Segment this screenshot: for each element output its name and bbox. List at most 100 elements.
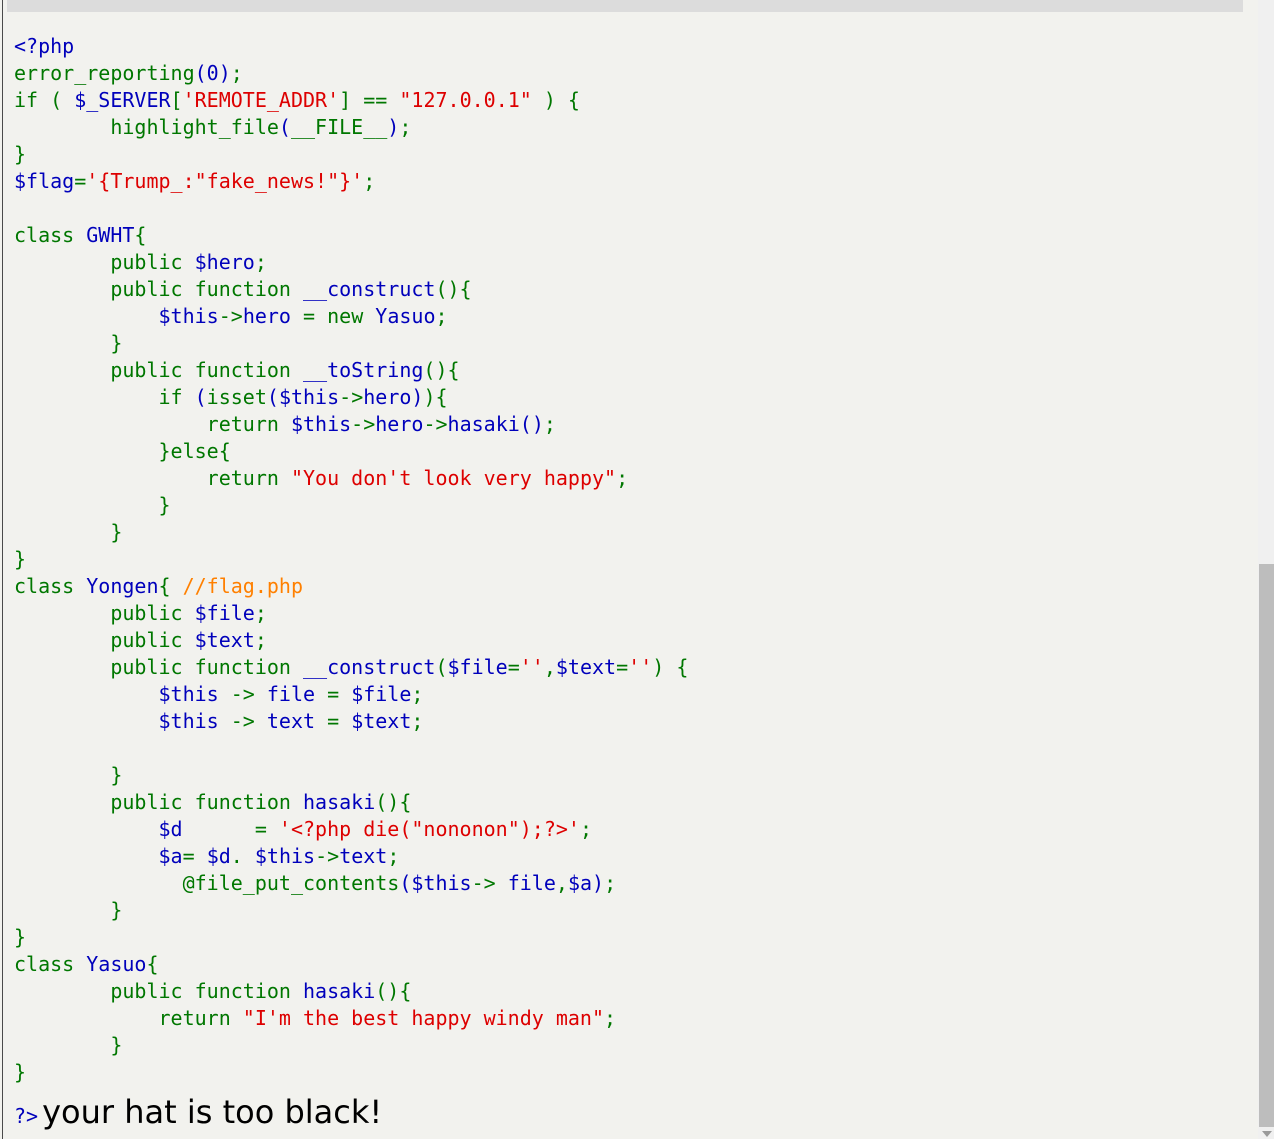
code-token: $d — [158, 817, 183, 841]
code-token: $text — [555, 655, 617, 679]
code-token: $this — [411, 871, 472, 895]
code-token: , — [543, 655, 556, 679]
code-line: public $hero; — [14, 249, 1244, 276]
vertical-scrollbar[interactable] — [1258, 0, 1274, 1139]
code-line: return "You don't look very happy"; — [14, 465, 1244, 492]
code-token: -> — [351, 412, 376, 436]
code-token: ; — [363, 169, 376, 193]
code-token: 'REMOTE_ADDR' — [182, 88, 340, 112]
code-line: } — [14, 1032, 1244, 1059]
code-token: file — [266, 682, 316, 706]
code-line: } — [14, 330, 1244, 357]
code-token: = — [616, 655, 629, 679]
code-token: -> — [339, 385, 364, 409]
code-token: '' — [519, 655, 544, 679]
code-token: $file — [447, 655, 508, 679]
code-token: hasaki — [447, 412, 520, 436]
code-token: file — [507, 871, 556, 895]
code-token: $a — [158, 844, 183, 868]
code-token: '<?php die("nononon");?>' — [278, 817, 580, 841]
code-token: public — [14, 628, 195, 652]
code-token: $this — [158, 682, 219, 706]
code-token: //flag.php — [182, 574, 304, 598]
code-token: public — [14, 250, 195, 274]
code-token: highlight_file — [110, 115, 279, 139]
code-token: $this — [290, 412, 352, 436]
code-token: hasaki — [302, 790, 376, 814]
code-token: -> — [218, 304, 243, 328]
code-line: public $file; — [14, 600, 1244, 627]
code-token: } — [14, 493, 171, 517]
code-line: error_reporting(0); — [14, 60, 1244, 87]
code-token: return — [14, 1006, 243, 1030]
code-token: file_put_contents — [194, 871, 400, 895]
code-token: ; — [579, 817, 592, 841]
code-token: public function — [14, 655, 303, 679]
php-close-tag: ?> — [14, 1104, 39, 1128]
code-token: ; — [616, 466, 629, 490]
code-token: $d — [206, 844, 231, 868]
code-token: } — [14, 331, 123, 355]
code-token: (){ — [375, 790, 412, 814]
code-token: isset — [206, 385, 267, 409]
code-token: Yasuo — [86, 952, 147, 976]
code-line: } — [14, 519, 1244, 546]
code-token: $this — [254, 844, 316, 868]
code-line: public function hasaki(){ — [14, 789, 1244, 816]
code-token: Yasuo — [375, 304, 436, 328]
code-token: }else{ — [14, 439, 231, 463]
code-token: __construct — [302, 655, 436, 679]
code-token: ] — [339, 88, 352, 112]
code-token: new — [327, 304, 376, 328]
code-token: public function — [14, 358, 303, 382]
code-token: , — [555, 871, 568, 895]
code-token: -> — [218, 682, 267, 706]
code-token: { — [146, 952, 159, 976]
page-body: <?php error_reporting(0); if ( $_SERVER['R… — [0, 0, 1258, 1139]
code-token: ( — [194, 61, 207, 85]
code-token: (){ — [375, 979, 412, 1003]
scroll-down-arrow-icon[interactable] — [1262, 1131, 1272, 1137]
code-token: Yongen — [86, 574, 159, 598]
code-line: return "I'm the best happy windy man"; — [14, 1005, 1244, 1032]
code-token: ; — [230, 61, 243, 85]
code-token: __FILE__ — [290, 115, 388, 139]
code-token: ; — [604, 871, 617, 895]
code-token: = — [182, 844, 207, 868]
code-token: $flag — [14, 169, 75, 193]
code-line: $this->hero = new Yasuo; — [14, 303, 1244, 330]
code-token: -> — [315, 844, 340, 868]
code-token: error_reporting — [14, 61, 195, 85]
code-token: } — [14, 1033, 123, 1057]
code-token: class — [14, 223, 87, 247]
code-token: ; — [411, 682, 424, 706]
code-token: __toString — [302, 358, 424, 382]
scrollbar-thumb[interactable] — [1259, 564, 1274, 1127]
code-token: public — [14, 601, 195, 625]
code-token: ) — [387, 115, 400, 139]
code-token: hero — [242, 304, 291, 328]
code-line: } — [14, 762, 1244, 789]
code-token: ; — [387, 844, 400, 868]
php-source-code: <?php error_reporting(0); if ( $_SERVER['R… — [14, 33, 1244, 1113]
code-token: ) — [592, 871, 605, 895]
left-frame-edge — [2, 0, 3, 1139]
code-token: hero — [363, 385, 412, 409]
code-token: return — [14, 412, 291, 436]
code-token: ; — [411, 709, 424, 733]
code-token: = — [182, 817, 279, 841]
code-token: [ — [170, 88, 183, 112]
code-token: $this — [158, 709, 219, 733]
code-line: $this -> text = $text; — [14, 708, 1244, 735]
code-line: return $this->hero->hasaki(); — [14, 411, 1244, 438]
code-line: public function hasaki(){ — [14, 978, 1244, 1005]
code-token: $this — [158, 304, 219, 328]
code-token: GWHT — [86, 223, 135, 247]
code-token: = — [507, 655, 520, 679]
